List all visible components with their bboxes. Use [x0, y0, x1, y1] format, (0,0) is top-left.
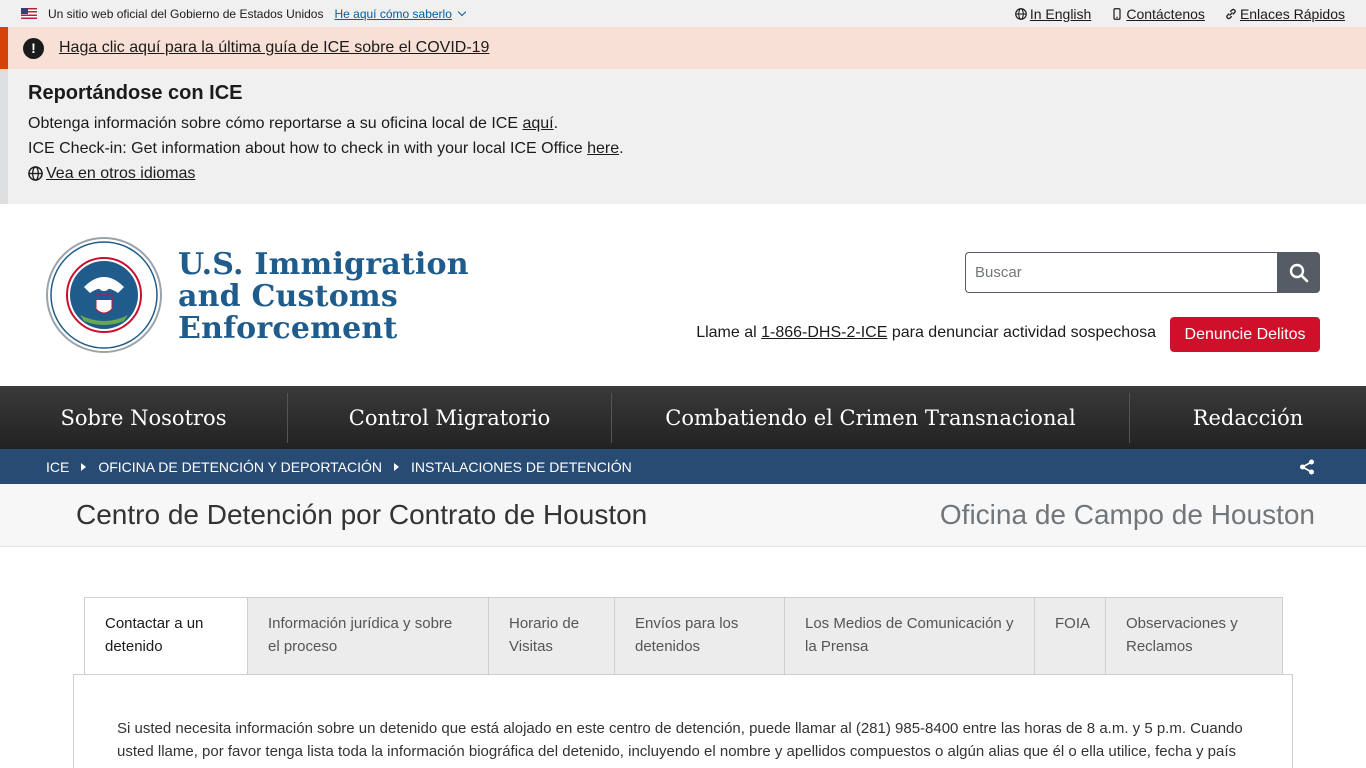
- globe-icon: [28, 166, 43, 181]
- tab-panel-contact-detainee: Si usted necesita información sobre un d…: [73, 674, 1293, 768]
- tipline-text: Llame al 1-866-DHS-2-ICE para denunciar …: [696, 324, 1156, 342]
- caret-right-icon: [394, 462, 400, 471]
- reporting-box: Reportándose con ICE Obtenga información…: [0, 69, 1366, 204]
- nav-item-transnational-crime[interactable]: Combatiendo el Crimen Transnacional: [612, 392, 1130, 443]
- us-flag-icon: [21, 8, 37, 19]
- tab-detainee-mail[interactable]: Envíos para los detenidos: [615, 597, 785, 675]
- nav-item-immigration-enforcement[interactable]: Control Migratorio: [288, 392, 612, 443]
- agency-wordmark[interactable]: U.S. Immigration and Customs Enforcement: [178, 249, 469, 345]
- link-icon: [1226, 8, 1236, 19]
- chevron-down-icon: [457, 7, 467, 16]
- report-crimes-button[interactable]: Denuncie Delitos: [1170, 317, 1320, 352]
- breadcrumb-ice[interactable]: ICE: [46, 459, 69, 475]
- utility-links: In English Contáctenos Enlaces Rápidos: [1014, 5, 1345, 22]
- tab-media-press[interactable]: Los Medios de Comunicación y la Prensa: [785, 597, 1035, 675]
- tipline-phone-link[interactable]: 1-866-DHS-2-ICE: [761, 324, 887, 341]
- search-button[interactable]: [1277, 252, 1320, 293]
- globe-icon: [1014, 7, 1027, 20]
- tab-feedback-complaints[interactable]: Observaciones y Reclamos: [1106, 597, 1283, 675]
- how-to-know-label: He aquí cómo saberlo: [334, 6, 452, 21]
- tab-visiting-hours[interactable]: Horario de Visitas: [489, 597, 615, 675]
- reporting-line-1: Obtenga información sobre cómo reportars…: [28, 111, 1366, 136]
- nav-item-newsroom[interactable]: Redacción: [1130, 393, 1366, 443]
- facility-tabs: Contactar a un detenido Información jurí…: [84, 597, 1283, 675]
- reporting-title: Reportándose con ICE: [28, 82, 243, 104]
- search-form: [965, 252, 1320, 293]
- gov-banner-text: Un sitio web oficial del Gobierno de Est…: [48, 6, 324, 21]
- agency-name-line-2: and Customs: [178, 279, 398, 314]
- contact-link[interactable]: Contáctenos: [1111, 6, 1205, 22]
- quick-links-link[interactable]: Enlaces Rápidos: [1225, 6, 1345, 22]
- breadcrumb-detention-facilities[interactable]: INSTALACIONES DE DETENCIÓN: [411, 459, 632, 475]
- in-english-link[interactable]: In English: [1014, 5, 1092, 22]
- reporting-line-2: ICE Check-in: Get information about how …: [28, 136, 1366, 161]
- reporting-here-link[interactable]: here: [587, 140, 619, 157]
- page-title: Centro de Detención por Contrato de Hous…: [76, 499, 648, 530]
- tab-contact-detainee[interactable]: Contactar a un detenido: [84, 597, 248, 675]
- caret-right-icon: [81, 462, 87, 471]
- agency-name-line-1: U.S. Immigration: [178, 247, 469, 282]
- reporting-line-1-period: .: [553, 115, 559, 132]
- exclamation-icon: !: [23, 37, 44, 59]
- tab-legal-information[interactable]: Información jurídica y sobre el proceso: [248, 597, 489, 675]
- agency-name-line-3: Enforcement: [178, 311, 398, 346]
- search-icon: [1289, 263, 1308, 282]
- tab-foia[interactable]: FOIA: [1035, 597, 1106, 675]
- tipline-suffix: para denunciar actividad sospechosa: [887, 324, 1156, 341]
- languages-row: Vea en otros idiomas: [28, 161, 1366, 186]
- search-input[interactable]: [965, 252, 1277, 293]
- contact-label: Contáctenos: [1126, 5, 1205, 22]
- reporting-line-2-period: .: [619, 140, 624, 157]
- other-languages-link[interactable]: Vea en otros idiomas: [46, 161, 195, 186]
- main-nav: Sobre Nosotros Control Migratorio Combat…: [0, 386, 1366, 449]
- quick-links-label: Enlaces Rápidos: [1239, 5, 1345, 22]
- site-header: U.S. Immigration and Customs Enforcement…: [0, 204, 1366, 386]
- reporting-aqui-link[interactable]: aquí: [522, 115, 553, 132]
- covid-guidance-link[interactable]: Haga clic aquí para la última guía de IC…: [59, 39, 489, 57]
- in-english-label: In English: [1029, 5, 1092, 22]
- share-icon[interactable]: [1299, 459, 1315, 475]
- field-office-name: Oficina de Campo de Houston: [939, 499, 1315, 530]
- how-to-know-link[interactable]: He aquí cómo saberlo: [334, 6, 467, 21]
- contact-detainee-text: Si usted necesita información sobre un d…: [117, 720, 1243, 768]
- tipline-prefix: Llame al: [696, 324, 762, 341]
- reporting-line-2-text: ICE Check-in: Get information about how …: [28, 140, 588, 157]
- covid-alert: ! Haga clic aquí para la última guía de …: [0, 27, 1366, 69]
- dhs-seal-logo[interactable]: [46, 237, 162, 353]
- reporting-line-1-text: Obtenga información sobre cómo reportars…: [28, 115, 523, 132]
- nav-item-about[interactable]: Sobre Nosotros: [0, 392, 288, 443]
- phone-icon: [1113, 7, 1121, 20]
- gov-banner: Un sitio web oficial del Gobierno de Est…: [0, 0, 1366, 27]
- breadcrumb: ICE OFICINA DE DETENCIÓN Y DEPORTACIÓN I…: [0, 449, 1366, 484]
- facility-title-bar: Centro de Detención por Contrato de Hous…: [0, 484, 1366, 547]
- breadcrumb-ero[interactable]: OFICINA DE DETENCIÓN Y DEPORTACIÓN: [98, 459, 382, 475]
